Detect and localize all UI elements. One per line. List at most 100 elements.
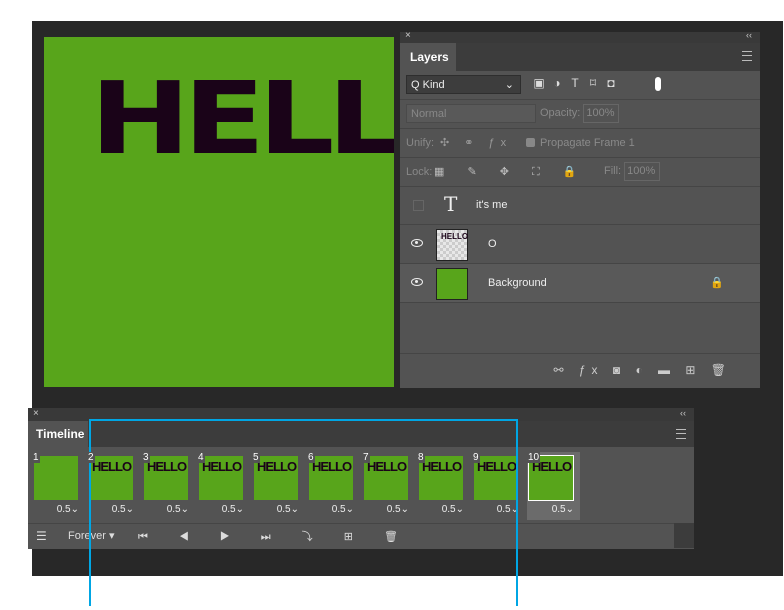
frame-thumbnail: HELLO <box>364 456 408 500</box>
frame-label: HELLO <box>147 459 187 474</box>
frame-label: HELLO <box>92 459 132 474</box>
blend-row: Normal Opacity: 100% <box>400 100 760 129</box>
frame-delay[interactable]: 0.5⌄ <box>552 504 574 515</box>
frame[interactable]: 7 HELLO 0.5⌄ <box>362 452 415 520</box>
frame-number: 9 <box>472 452 480 463</box>
close-icon[interactable]: × <box>405 30 411 41</box>
frame-thumbnail: HELLO <box>474 456 518 500</box>
scroll-corner <box>674 523 694 548</box>
frame-thumbnail: HELLO <box>89 456 133 500</box>
frame-delay[interactable]: 0.5⌄ <box>332 504 354 515</box>
frame[interactable]: 2 HELLO 0.5⌄ <box>87 452 140 520</box>
convert-timeline-icon[interactable]: ☰ <box>36 529 47 543</box>
fill-input[interactable]: 100% <box>624 162 661 181</box>
layer-list: T it's me HELLO O Background 🔒 <box>400 186 760 356</box>
unify-icons[interactable]: ✣ ⚭ ƒx <box>440 129 512 157</box>
opacity-label: Opacity: <box>540 107 581 119</box>
frame-label: HELLO <box>477 459 517 474</box>
eye-icon[interactable] <box>411 239 423 247</box>
layer-row[interactable]: Background 🔒 <box>400 264 760 303</box>
adjustment-filter-icon[interactable]: ◑ <box>548 76 566 90</box>
frame-label: HELLO <box>312 459 352 474</box>
layer-row[interactable]: HELLO O <box>400 225 760 264</box>
panel-menu-icon[interactable] <box>676 429 686 439</box>
frame-thumbnail: HELLO <box>144 456 188 500</box>
frame-thumbnail: HELLO <box>254 456 298 500</box>
lock-icons[interactable]: ▦ ✎ ✥ ⛶ 🔒 <box>434 158 586 186</box>
frame-delay[interactable]: 0.5⌄ <box>167 504 189 515</box>
frame-thumbnail <box>34 456 78 500</box>
frame[interactable]: 1 0.5⌄ <box>32 452 85 520</box>
frame-thumbnail: HELLO <box>419 456 463 500</box>
layer-thumbnail: HELLO <box>436 229 468 261</box>
frame-number: 6 <box>307 452 315 463</box>
frame-number: 3 <box>142 452 150 463</box>
frame-label: HELLO <box>367 459 407 474</box>
document-canvas[interactable]: HELLO <box>44 37 394 387</box>
frame[interactable]: 6 HELLO 0.5⌄ <box>307 452 360 520</box>
kind-filter-select[interactable]: Q Kind ⌄ <box>406 75 521 94</box>
panel-titlebar: × ‹‹ <box>400 30 760 43</box>
lock-icon: 🔒 <box>710 277 724 289</box>
tab-timeline[interactable]: Timeline <box>28 421 88 447</box>
frame-number: 7 <box>362 452 370 463</box>
frame[interactable]: 4 HELLO 0.5⌄ <box>197 452 250 520</box>
frame-delay[interactable]: 0.5⌄ <box>387 504 409 515</box>
frame-number: 5 <box>252 452 260 463</box>
close-icon[interactable]: × <box>33 408 39 419</box>
layer-name: Background <box>488 277 547 289</box>
collapse-icon[interactable]: ‹‹ <box>746 30 752 40</box>
frame-number: 1 <box>32 452 40 463</box>
thumbnail-text: HELLO <box>441 232 469 241</box>
blend-mode-select[interactable]: Normal <box>406 104 536 123</box>
kind-filter-label: Q Kind <box>411 79 445 91</box>
unify-label: Unify: <box>406 137 435 149</box>
smart-object-filter-icon[interactable]: ◘ <box>602 76 620 90</box>
fill-label: Fill: <box>604 165 622 177</box>
filter-icons: ▣ ◑ T ⌑ ◘ <box>530 76 620 90</box>
layers-footer: ⚯ ƒx ◙ ◐ ▬ ⊞ 🗑 <box>400 353 760 388</box>
playback-icons[interactable]: ⏮ ◀ ▶ ⏭ ⤵ ⊞ 🗑 <box>138 528 412 544</box>
frame-delay[interactable]: 0.5⌄ <box>112 504 134 515</box>
frame[interactable]: 8 HELLO 0.5⌄ <box>417 452 470 520</box>
frame-number: 2 <box>87 452 95 463</box>
layer-row[interactable]: T it's me <box>400 186 760 225</box>
loop-label: Forever <box>68 530 106 542</box>
unify-row: Unify: ✣ ⚭ ƒx Propagate Frame 1 <box>400 129 760 158</box>
pixel-filter-icon[interactable]: ▣ <box>530 76 548 90</box>
fill-control[interactable]: Fill: 100% <box>604 162 661 181</box>
lock-row: Lock: ▦ ✎ ✥ ⛶ 🔒 Fill: 100% <box>400 158 760 187</box>
checkbox-icon <box>526 138 535 147</box>
timeline-controls: ☰ Forever ▾ ⏮ ◀ ▶ ⏭ ⤵ ⊞ 🗑 <box>28 523 694 549</box>
timeline-tabbar: Timeline <box>28 421 694 447</box>
filter-toggle[interactable] <box>655 77 661 91</box>
layer-thumbnail <box>436 268 468 300</box>
canvas-text: HELLO <box>90 60 394 177</box>
type-filter-icon[interactable]: T <box>566 76 584 90</box>
frame-selected[interactable]: 10 HELLO 0.5⌄ <box>527 452 580 520</box>
frame-delay[interactable]: 0.5⌄ <box>57 504 79 515</box>
frame[interactable]: 3 HELLO 0.5⌄ <box>142 452 195 520</box>
frame-label: HELLO <box>422 459 462 474</box>
frame-thumbnail: HELLO <box>199 456 243 500</box>
frame-delay[interactable]: 0.5⌄ <box>277 504 299 515</box>
eye-icon[interactable] <box>411 278 423 286</box>
frame-delay[interactable]: 0.5⌄ <box>442 504 464 515</box>
layer-name: it's me <box>476 199 508 211</box>
loop-select[interactable]: Forever ▾ <box>68 529 114 542</box>
frame[interactable]: 5 HELLO 0.5⌄ <box>252 452 305 520</box>
frame-delay[interactable]: 0.5⌄ <box>222 504 244 515</box>
layers-tabbar: Layers <box>400 43 760 71</box>
footer-icons[interactable]: ⚯ ƒx ◙ ◐ ▬ ⊞ 🗑 <box>553 363 732 377</box>
tab-layers[interactable]: Layers <box>400 43 456 71</box>
shape-filter-icon[interactable]: ⌑ <box>584 76 602 90</box>
opacity-control[interactable]: Opacity: 100% <box>540 104 620 123</box>
text-layer-icon: T <box>444 192 458 216</box>
frame-label: HELLO <box>257 459 297 474</box>
frame-number: 8 <box>417 452 425 463</box>
propagate-checkbox[interactable]: Propagate Frame 1 <box>526 129 635 157</box>
visibility-toggle[interactable] <box>413 200 424 211</box>
opacity-input[interactable]: 100% <box>583 104 620 123</box>
collapse-icon[interactable]: ‹‹ <box>680 408 686 418</box>
panel-menu-icon[interactable] <box>742 51 752 61</box>
